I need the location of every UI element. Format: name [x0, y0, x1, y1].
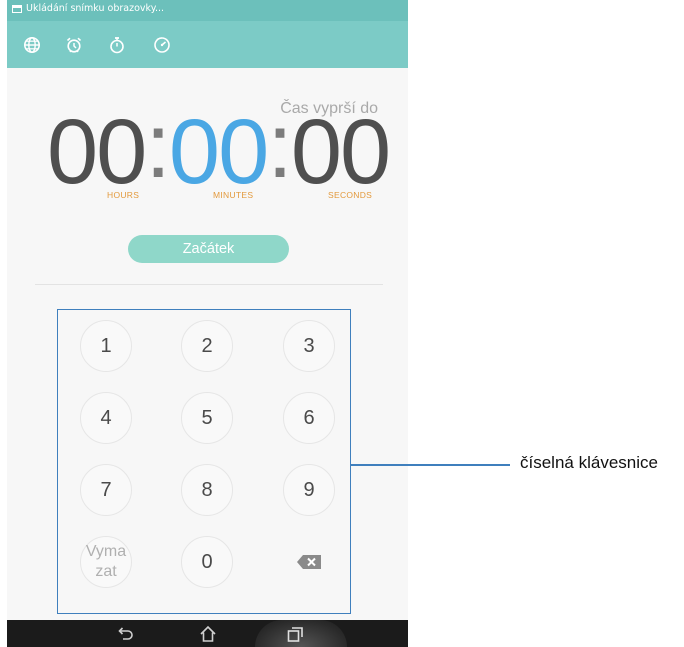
- keypad-callout-box: [57, 309, 351, 614]
- status-notification-text: Ukládání snímku obrazovky...: [26, 3, 165, 14]
- divider: [35, 284, 383, 285]
- start-button[interactable]: Začátek: [128, 235, 289, 263]
- timer-icon[interactable]: [153, 36, 171, 54]
- hours-value: 00: [47, 101, 147, 203]
- alarm-clock-icon[interactable]: [65, 36, 83, 54]
- minutes-unit-label: MINUTES: [213, 190, 254, 200]
- callout-leader-line: [351, 464, 510, 466]
- home-icon[interactable]: [198, 624, 218, 644]
- callout-label: číselná klávesnice: [520, 453, 658, 472]
- screenshot-notification-icon: [12, 5, 22, 13]
- seconds-value: 00: [290, 101, 391, 203]
- seconds-unit-label: SECONDS: [328, 190, 373, 200]
- timer-display[interactable]: 00:00:00: [47, 98, 391, 203]
- time-separator: :: [267, 95, 293, 197]
- hours-unit-label: HOURS: [107, 190, 140, 200]
- navigation-bar: [7, 620, 408, 647]
- status-bar: Ukládání snímku obrazovky...: [7, 0, 408, 21]
- time-separator: :: [145, 95, 171, 197]
- recent-apps-icon[interactable]: [285, 624, 305, 644]
- stopwatch-icon[interactable]: [108, 36, 126, 54]
- clock-toolbar: [7, 21, 408, 68]
- minutes-value: 00: [168, 101, 269, 203]
- back-icon[interactable]: [114, 624, 134, 644]
- globe-icon[interactable]: [23, 36, 41, 54]
